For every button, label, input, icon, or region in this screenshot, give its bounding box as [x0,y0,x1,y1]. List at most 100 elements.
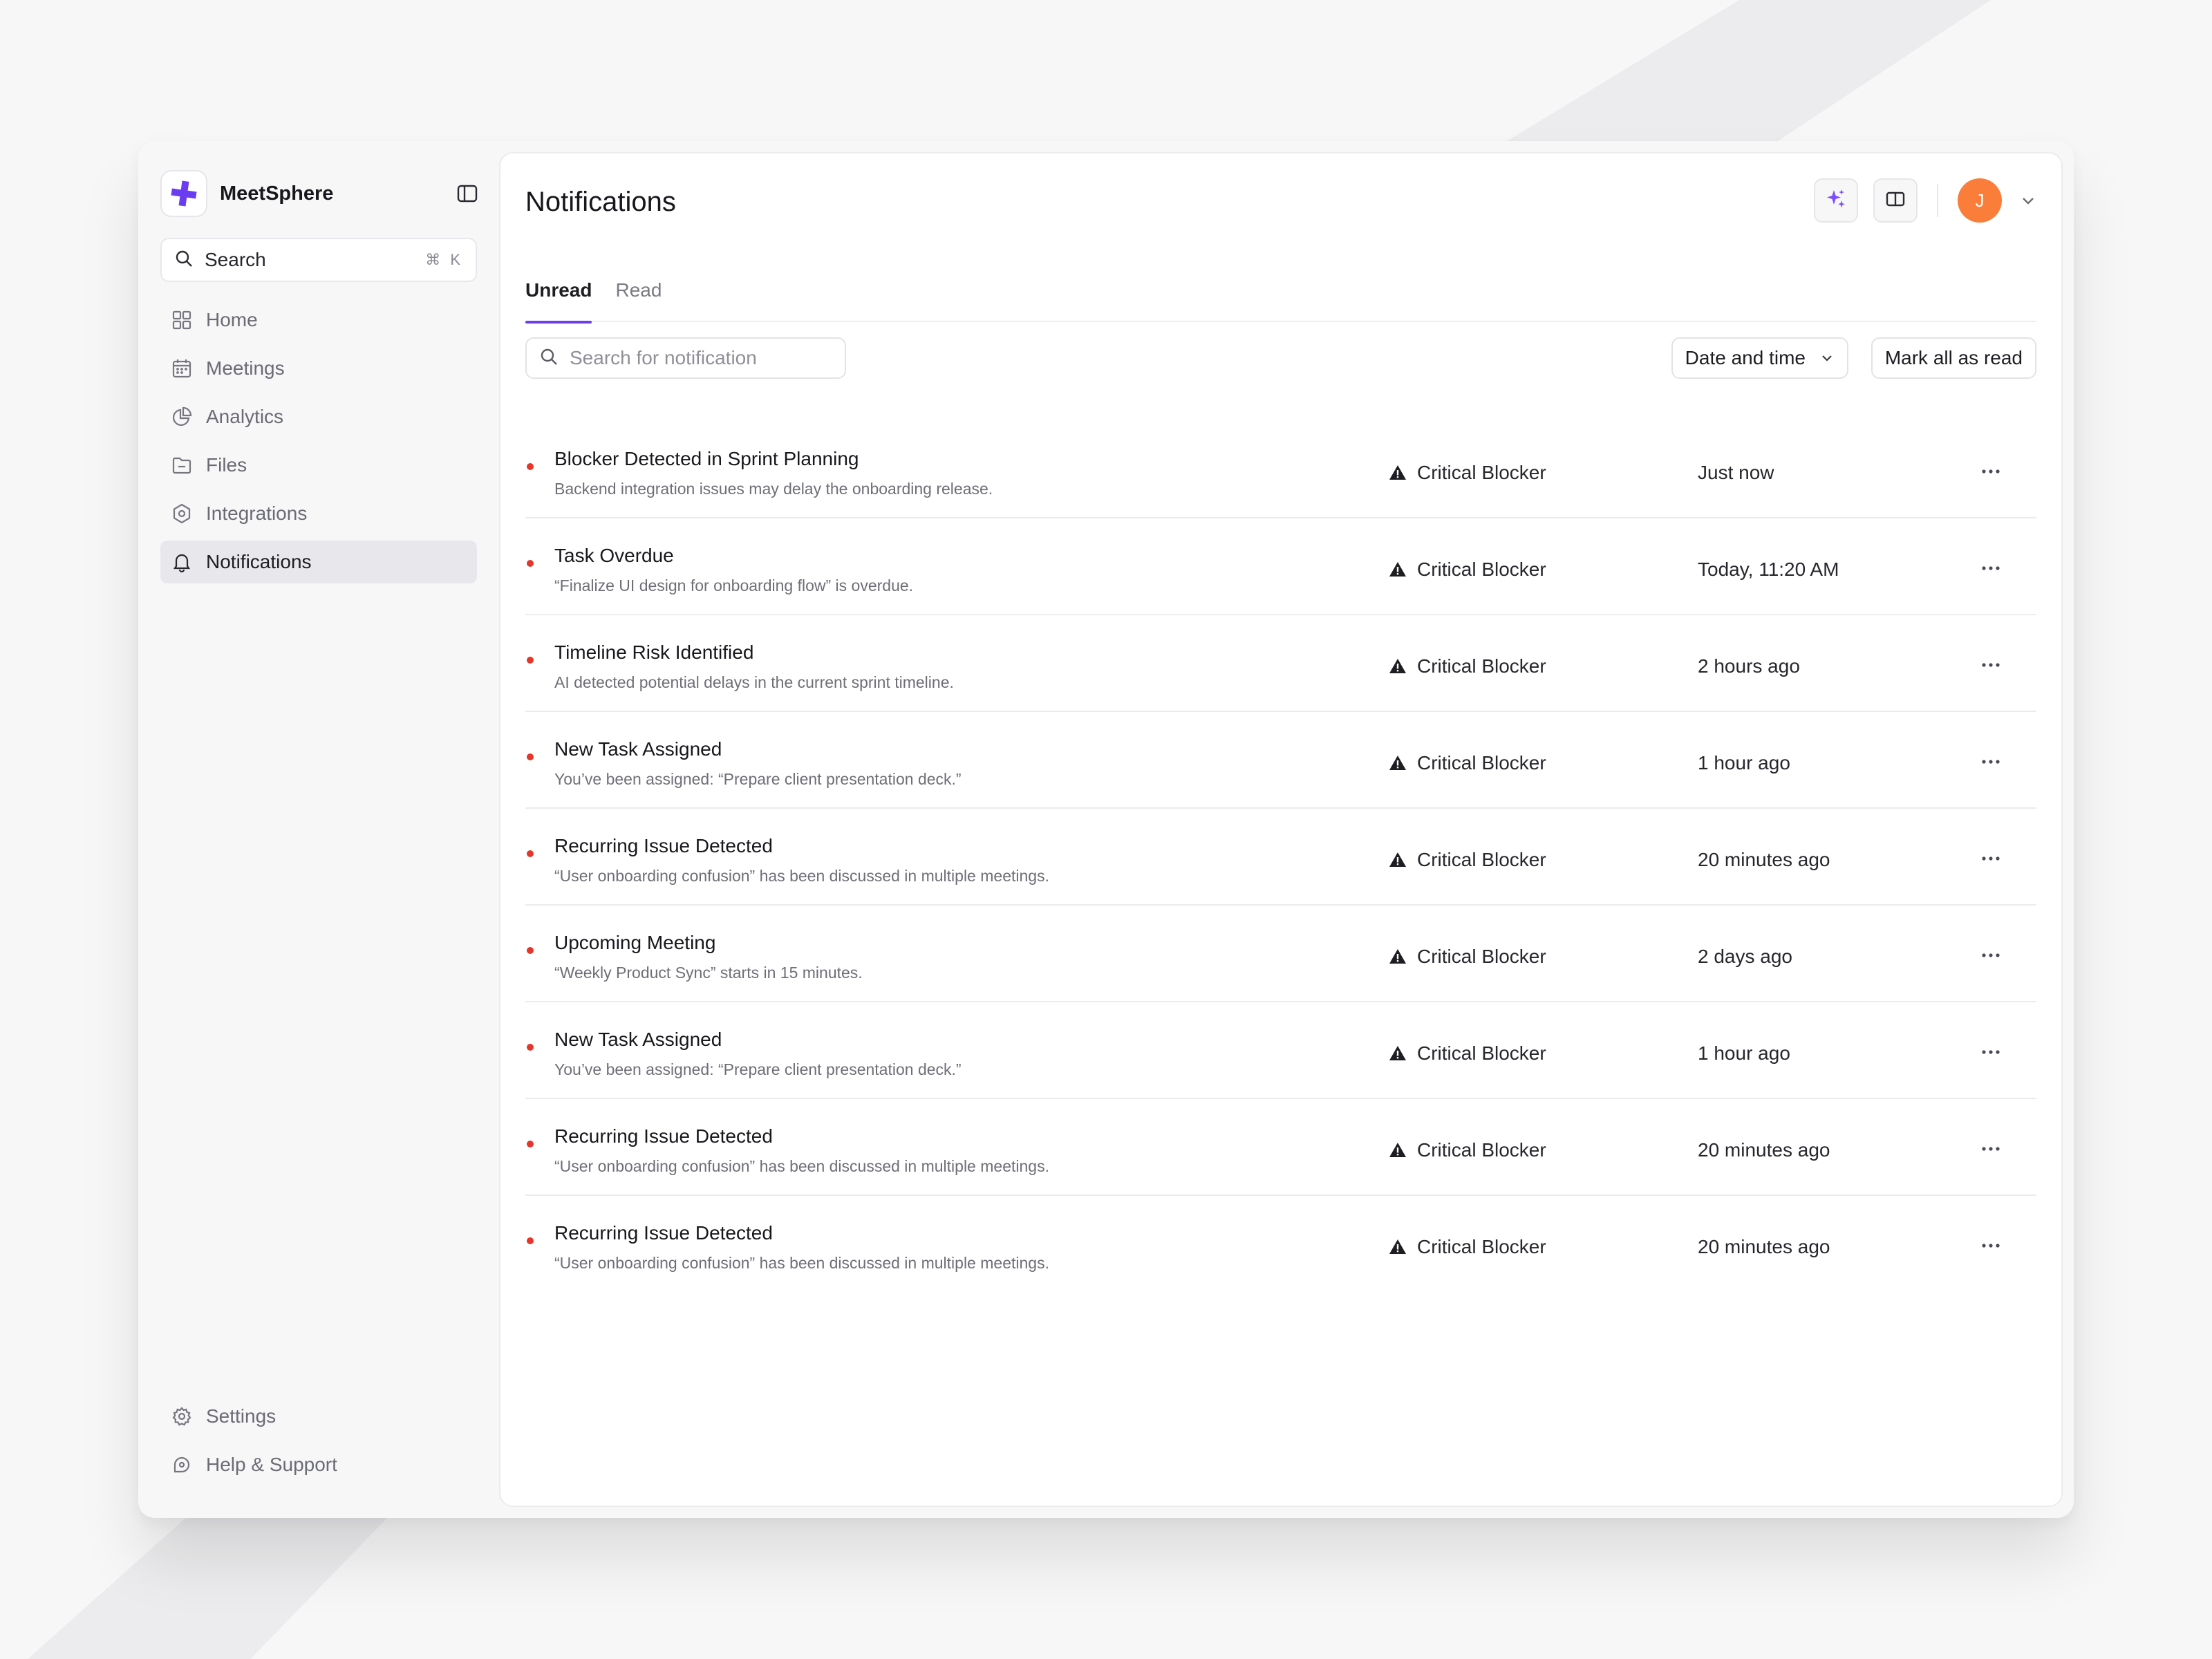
warning-icon [1388,463,1407,482]
notification-time: Today, 11:20 AM [1698,559,1839,580]
grid-icon [171,310,192,330]
notification-row[interactable]: Blocker Detected in Sprint Planning Back… [525,422,2036,518]
layout-toggle-button[interactable] [1873,178,1918,223]
notification-description: You’ve been assigned: “Prepare client pr… [554,770,962,788]
sidebar-item-analytics[interactable]: Analytics [160,395,477,438]
warning-icon [1388,657,1407,676]
notification-tag: Critical Blocker [1388,849,1546,871]
unread-dot [527,1044,534,1051]
notification-description: “User onboarding confusion” has been dis… [554,1254,1049,1272]
unread-dot [527,1237,534,1244]
chevron-down-icon[interactable] [2020,192,2036,209]
notification-row[interactable]: Upcoming Meeting “Weekly Product Sync” s… [525,906,2036,1002]
notification-row[interactable]: Timeline Risk Identified AI detected pot… [525,615,2036,712]
sidebar-item-settings[interactable]: Settings [160,1395,477,1438]
mark-all-read-button[interactable]: Mark all as read [1871,337,2036,379]
warning-icon [1388,1141,1407,1160]
main-panel: Notifications J Unread Read Search for n… [499,152,2063,1507]
more-options-icon[interactable] [1978,1136,2003,1161]
warning-icon [1388,753,1407,773]
notification-description: AI detected potential delays in the curr… [554,673,954,691]
brand-logo-icon [160,170,207,217]
sort-dropdown[interactable]: Date and time [1671,337,1848,379]
sidebar-search[interactable]: Search ⌘ K [160,238,477,282]
more-options-icon[interactable] [1978,556,2003,581]
chevron-down-icon [1819,350,1835,366]
notification-search-input[interactable] [570,347,832,369]
sidebar-item-notifications[interactable]: Notifications [160,541,477,583]
notification-title: Task Overdue [554,545,674,566]
unread-dot [527,753,534,760]
toolbar: Date and time Mark all as read [525,336,2036,380]
sidebar-item-label: Integrations [206,503,308,524]
shortcut-hint: ⌘ K [425,251,463,268]
more-options-icon[interactable] [1978,1040,2003,1065]
notification-description: “User onboarding confusion” has been dis… [554,1157,1049,1175]
sidebar-item-label: Home [206,309,258,330]
warning-icon [1388,1044,1407,1063]
notification-time: Just now [1698,462,1774,483]
tab-read[interactable]: Read [615,264,662,322]
notification-row[interactable]: New Task Assigned You’ve been assigned: … [525,1002,2036,1099]
sidebar-item-integrations[interactable]: Integrations [160,492,477,535]
sidebar-item-meetings[interactable]: Meetings [160,347,477,390]
notification-row[interactable]: Recurring Issue Detected “User onboardin… [525,1099,2036,1196]
header-divider [1937,184,1938,217]
sidebar-item-files[interactable]: Files [160,444,477,487]
tag-label: Critical Blocker [1417,559,1546,580]
sidebar-item-label: Settings [206,1405,276,1427]
notification-row[interactable]: New Task Assigned You’ve been assigned: … [525,712,2036,809]
more-options-icon[interactable] [1978,943,2003,968]
notification-time: 1 hour ago [1698,1042,1790,1064]
tag-label: Critical Blocker [1417,462,1546,483]
notification-tag: Critical Blocker [1388,946,1546,968]
folder-icon [171,455,192,476]
notification-title: Recurring Issue Detected [554,835,773,856]
sparkles-icon [1824,187,1848,214]
tag-label: Critical Blocker [1417,655,1546,677]
ai-assistant-button[interactable] [1814,178,1858,223]
notification-time: 2 hours ago [1698,655,1800,677]
tag-label: Critical Blocker [1417,849,1546,870]
notification-time: 1 hour ago [1698,752,1790,774]
sidebar-item-label: Notifications [206,551,312,572]
app-window: MeetSphere Search ⌘ K Home Meetings Anal… [138,141,2074,1518]
notification-row[interactable]: Recurring Issue Detected “User onboardin… [525,809,2036,906]
tab-unread[interactable]: Unread [525,264,592,324]
more-options-icon[interactable] [1978,653,2003,677]
sidebar: MeetSphere Search ⌘ K Home Meetings Anal… [138,141,499,1518]
sidebar-nav: Home Meetings Analytics Files Integratio… [160,299,477,589]
sidebar-toggle-icon[interactable] [456,182,478,205]
avatar[interactable]: J [1958,178,2002,223]
sidebar-item-label: Meetings [206,357,285,379]
notification-tag: Critical Blocker [1388,1042,1546,1065]
page-title: Notifications [525,187,676,217]
notification-description: Backend integration issues may delay the… [554,480,993,498]
header-actions: J [1799,178,2036,223]
notification-title: Upcoming Meeting [554,932,716,953]
notification-time: 20 minutes ago [1698,1139,1830,1161]
tag-label: Critical Blocker [1417,946,1546,967]
sidebar-item-help[interactable]: Help & Support [160,1443,477,1486]
notification-title: Recurring Issue Detected [554,1222,773,1244]
more-options-icon[interactable] [1978,1233,2003,1258]
notification-time: 20 minutes ago [1698,849,1830,870]
hexagon-icon [171,503,192,524]
notification-row[interactable]: Task Overdue “Finalize UI design for onb… [525,518,2036,615]
warning-icon [1388,560,1407,579]
more-options-icon[interactable] [1978,459,2003,484]
notification-tag: Critical Blocker [1388,1139,1546,1161]
sidebar-item-home[interactable]: Home [160,299,477,341]
notification-tag: Critical Blocker [1388,752,1546,774]
notification-description: You’ve been assigned: “Prepare client pr… [554,1060,962,1078]
background-stripe [1507,0,1991,141]
tag-label: Critical Blocker [1417,752,1546,774]
notification-tag: Critical Blocker [1388,1236,1546,1258]
notification-title: Blocker Detected in Sprint Planning [554,448,859,469]
notification-tag: Critical Blocker [1388,559,1546,581]
notification-tag: Critical Blocker [1388,462,1546,484]
unread-dot [527,850,534,857]
more-options-icon[interactable] [1978,749,2003,774]
more-options-icon[interactable] [1978,846,2003,871]
notification-row[interactable]: Recurring Issue Detected “User onboardin… [525,1196,2036,1293]
